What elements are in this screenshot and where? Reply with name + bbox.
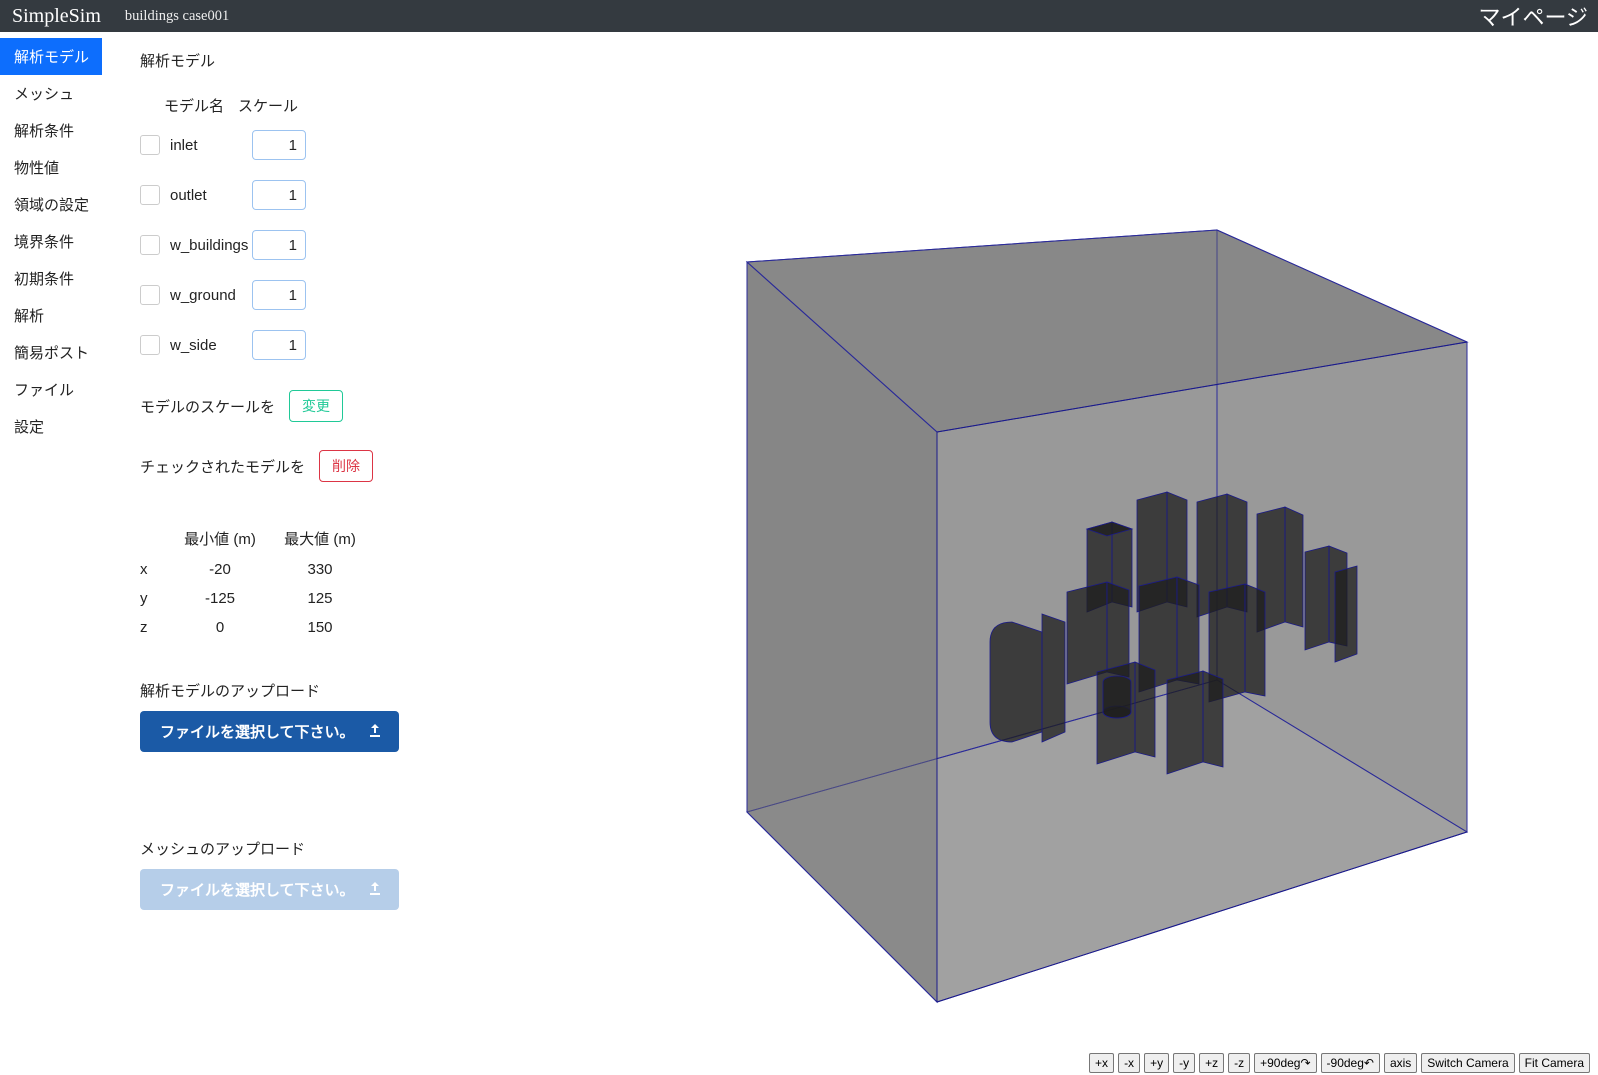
model-name: w_buildings (170, 237, 252, 254)
settings-panel: 解析モデル モデル名 スケール inlet outlet w_buildings w_… (102, 32, 467, 1075)
scale-change-text: モデルのスケールを (140, 396, 275, 417)
scale-input[interactable] (252, 280, 306, 310)
model-row: w_side (140, 330, 467, 360)
app-header: SimpleSim buildings case001 マイページ (0, 0, 1598, 32)
sidebar-item-9[interactable]: ファイル (0, 371, 102, 408)
col-scale: スケール (238, 95, 298, 116)
model-row: inlet (140, 130, 467, 160)
col-model-name: モデル名 (164, 95, 238, 116)
bounds-max: 150 (270, 619, 370, 636)
bounds-max-header: 最大値 (m) (270, 528, 370, 549)
scale-input[interactable] (252, 180, 306, 210)
sidebar-item-1[interactable]: メッシュ (0, 75, 102, 112)
bounds-row: x-20330 (140, 561, 467, 578)
view-90deg-button[interactable]: -90deg↶ (1321, 1053, 1380, 1073)
3d-scene (467, 32, 1597, 1075)
breadcrumb: buildings case001 (125, 8, 229, 25)
model-checkbox[interactable] (140, 335, 160, 355)
view-90deg-button[interactable]: +90deg↷ (1254, 1053, 1316, 1073)
delete-checked-text: チェックされたモデルを (140, 456, 305, 477)
panel-title: 解析モデル (140, 50, 467, 71)
scale-input[interactable] (252, 130, 306, 160)
scale-input[interactable] (252, 330, 306, 360)
model-row: outlet (140, 180, 467, 210)
sidebar-item-4[interactable]: 領域の設定 (0, 186, 102, 223)
sidebar-item-7[interactable]: 解析 (0, 297, 102, 334)
bounds-table: 最小値 (m) 最大値 (m) x-20330 y-125125 z0150 (140, 528, 467, 636)
model-table-header: モデル名 スケール (164, 95, 467, 116)
bounds-axis: x (140, 561, 170, 578)
view-y-button[interactable]: +y (1144, 1053, 1169, 1073)
model-row: w_buildings (140, 230, 467, 260)
sidebar-item-5[interactable]: 境界条件 (0, 223, 102, 260)
bounds-min: -125 (170, 590, 270, 607)
view-axis-button[interactable]: axis (1384, 1053, 1417, 1073)
bounds-max: 330 (270, 561, 370, 578)
viewport-controls: +x-x+y-y+z-z+90deg↷-90deg↶axisSwitch Cam… (1089, 1053, 1590, 1073)
model-checkbox[interactable] (140, 185, 160, 205)
view-switchcamera-button[interactable]: Switch Camera (1421, 1053, 1514, 1073)
scale-input[interactable] (252, 230, 306, 260)
view-x-button[interactable]: -x (1118, 1053, 1140, 1073)
model-name: w_side (170, 337, 252, 354)
sidebar-item-8[interactable]: 簡易ポスト (0, 334, 102, 371)
sidebar: 解析モデルメッシュ解析条件物性値領域の設定境界条件初期条件解析簡易ポストファイル… (0, 32, 102, 1075)
bounds-min: 0 (170, 619, 270, 636)
view-x-button[interactable]: +x (1089, 1053, 1114, 1073)
model-row: w_ground (140, 280, 467, 310)
upload-mesh-title: メッシュのアップロード (140, 838, 467, 859)
sidebar-item-6[interactable]: 初期条件 (0, 260, 102, 297)
sidebar-item-3[interactable]: 物性値 (0, 149, 102, 186)
model-checkbox[interactable] (140, 135, 160, 155)
sidebar-item-0[interactable]: 解析モデル (0, 38, 102, 75)
bounds-row: z0150 (140, 619, 467, 636)
upload-model-title: 解析モデルのアップロード (140, 680, 467, 701)
app-brand: SimpleSim (12, 5, 101, 28)
upload-mesh-button: ファイルを選択して下さい。 (140, 869, 399, 910)
model-name: w_ground (170, 287, 252, 304)
bounds-axis: z (140, 619, 170, 636)
sidebar-item-10[interactable]: 設定 (0, 408, 102, 445)
bounds-axis: y (140, 590, 170, 607)
model-name: inlet (170, 137, 252, 154)
sidebar-item-2[interactable]: 解析条件 (0, 112, 102, 149)
upload-icon (367, 722, 383, 742)
model-name: outlet (170, 187, 252, 204)
bounds-min-header: 最小値 (m) (170, 528, 270, 549)
delete-checked-button[interactable]: 削除 (319, 450, 373, 482)
view-fitcamera-button[interactable]: Fit Camera (1519, 1053, 1590, 1073)
upload-model-button[interactable]: ファイルを選択して下さい。 (140, 711, 399, 752)
view-y-button[interactable]: -y (1173, 1053, 1195, 1073)
bounds-row: y-125125 (140, 590, 467, 607)
bounds-max: 125 (270, 590, 370, 607)
model-checkbox[interactable] (140, 285, 160, 305)
3d-viewport[interactable]: +x-x+y-y+z-z+90deg↷-90deg↶axisSwitch Cam… (467, 32, 1598, 1075)
upload-icon (367, 880, 383, 900)
model-checkbox[interactable] (140, 235, 160, 255)
view-z-button[interactable]: -z (1228, 1053, 1250, 1073)
view-z-button[interactable]: +z (1199, 1053, 1224, 1073)
change-scale-button[interactable]: 変更 (289, 390, 343, 422)
mypage-link[interactable]: マイページ (1478, 0, 1588, 32)
bounds-min: -20 (170, 561, 270, 578)
